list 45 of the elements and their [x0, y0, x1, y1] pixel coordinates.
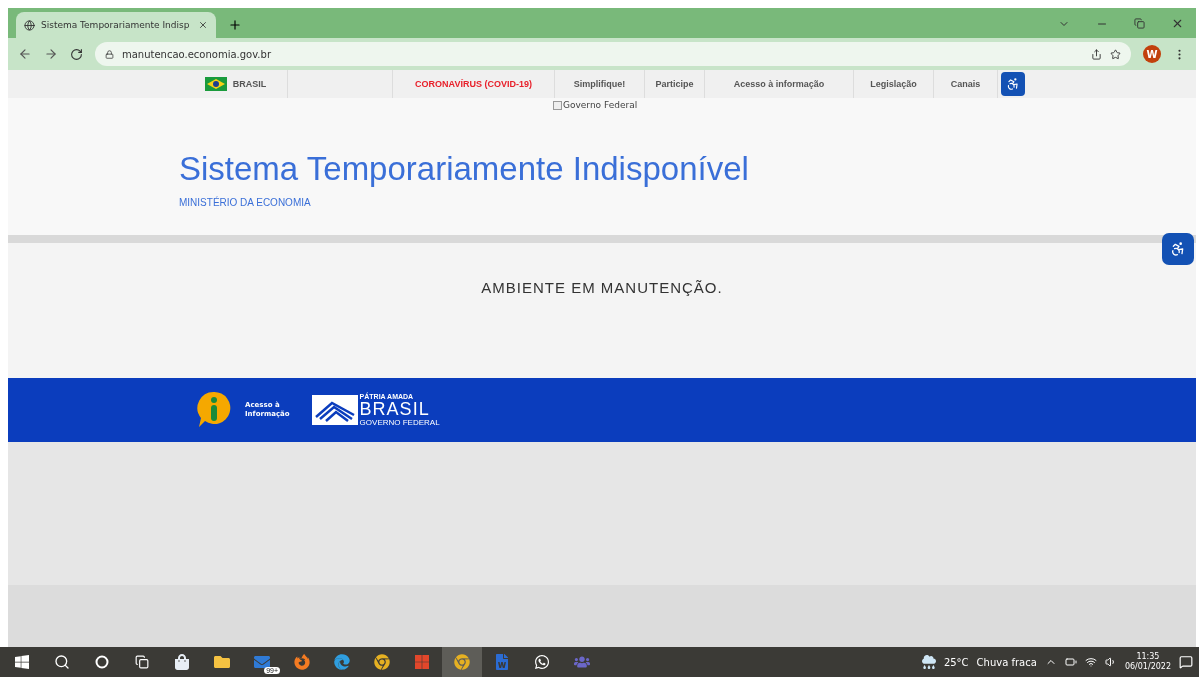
circle-icon [95, 655, 109, 669]
notifications-icon[interactable] [1179, 655, 1193, 669]
close-icon[interactable] [1171, 17, 1184, 30]
brand-name: BRASIL [359, 400, 431, 418]
temperature-text: 25°C [943, 656, 969, 668]
weather-text: Chuva fraca [976, 656, 1037, 668]
restore-icon[interactable] [1134, 18, 1145, 29]
flag-icon [204, 77, 227, 91]
forward-icon[interactable] [44, 47, 58, 61]
bookmark-star-icon[interactable] [1110, 48, 1121, 60]
lock-icon [105, 49, 114, 59]
broken-image: Governo Federal [553, 100, 638, 110]
ministry-subtitle: MINISTÉRIO DA ECONOMIA [179, 197, 312, 208]
accessibility-button[interactable] [1001, 72, 1025, 96]
new-tab-button[interactable] [228, 18, 242, 32]
shopping-bag-icon [174, 654, 190, 670]
rain-cloud-icon [921, 655, 936, 669]
brand-emblem-icon [311, 395, 358, 425]
tab-title: Sistema Temporariamente Indisp [41, 20, 191, 30]
close-icon[interactable] [198, 20, 208, 30]
windows-logo-icon [14, 654, 30, 670]
maintenance-message: AMBIENTE EM MANUTENÇÃO. [481, 279, 723, 298]
network-icon[interactable] [1084, 656, 1097, 668]
word-icon [494, 654, 510, 670]
clock[interactable]: 11:35 06/01/2022 [1124, 651, 1171, 673]
folder-icon [214, 654, 230, 670]
mail-icon [254, 654, 270, 670]
speaker-icon[interactable] [1104, 656, 1117, 668]
accessibility-icon [1170, 241, 1186, 257]
search-icon [54, 654, 70, 670]
task-view-icon [135, 655, 149, 669]
browser-tab[interactable]: Sistema Temporariamente Indisp [16, 12, 216, 38]
page-title: Sistema Temporariamente Indisponível [179, 150, 750, 188]
info-icon[interactable] [197, 391, 231, 429]
office-icon [414, 654, 430, 670]
brand-caption: GOVERNO FEDERAL [359, 419, 440, 427]
share-icon[interactable] [1091, 48, 1102, 60]
profile-avatar[interactable]: W [1143, 45, 1161, 63]
reload-icon[interactable] [70, 47, 83, 61]
back-icon[interactable] [18, 47, 32, 61]
url-text: manutencao.economia.gov.br [122, 48, 272, 60]
globe-icon [24, 19, 35, 31]
accessibility-button[interactable] [1162, 233, 1194, 265]
address-bar[interactable]: manutencao.economia.gov.br [95, 42, 1131, 66]
accessibility-icon [1006, 77, 1020, 91]
